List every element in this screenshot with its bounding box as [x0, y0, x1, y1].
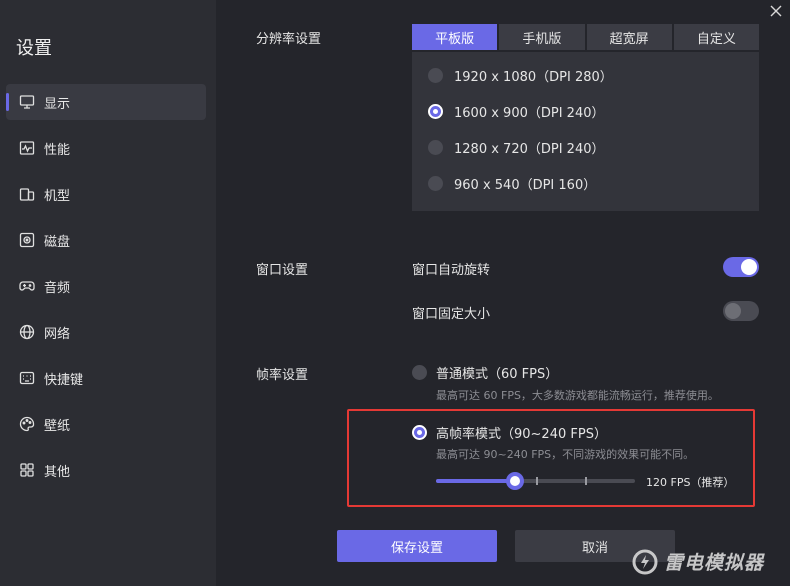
sidebar-nav: 显示 性能 机型 磁盘 音频 网络 快捷键 壁纸 其他 — [6, 84, 206, 498]
slider-tick — [536, 477, 538, 485]
sidebar-item-label: 快捷键 — [44, 372, 84, 388]
sidebar-item-device[interactable]: 机型 — [6, 176, 206, 212]
resolution-option-1280[interactable]: 1280 x 720（DPI 240） — [428, 138, 604, 157]
palette-icon — [18, 415, 36, 433]
sidebar-item-label: 壁纸 — [44, 418, 71, 434]
sidebar-item-label: 音频 — [44, 280, 71, 296]
slider-fill — [436, 479, 515, 483]
keyboard-icon — [18, 369, 36, 387]
resolution-label: 分辨率设置 — [256, 32, 322, 47]
radio-checked[interactable] — [428, 104, 443, 119]
resolution-option-label: 960 x 540（DPI 160） — [454, 178, 597, 193]
slider-thumb[interactable] — [506, 472, 524, 490]
sidebar-item-label: 网络 — [44, 326, 71, 342]
sidebar-item-wallpaper[interactable]: 壁纸 — [6, 406, 206, 442]
framerate-label: 帧率设置 — [256, 368, 309, 383]
resolution-options: 1920 x 1080（DPI 280） 1600 x 900（DPI 240）… — [412, 52, 759, 211]
tab-custom[interactable]: 自定义 — [673, 24, 759, 50]
ldplayer-logo-icon — [632, 549, 658, 574]
sidebar-item-label: 性能 — [44, 142, 71, 158]
auto-rotate-toggle[interactable] — [723, 257, 759, 277]
auto-rotate-label: 窗口自动旋转 — [412, 263, 491, 278]
high-fps-mode-description: 最高可达 90~240 FPS，不同游戏的效果可能不同。 — [436, 448, 695, 461]
radio-unchecked[interactable] — [428, 140, 443, 155]
sidebar-item-shortcuts[interactable]: 快捷键 — [6, 360, 206, 396]
high-fps-mode-title: 高帧率模式（90~240 FPS） — [436, 427, 607, 442]
tab-tablet[interactable]: 平板版 — [412, 24, 498, 50]
resolution-option-label: 1280 x 720（DPI 240） — [454, 142, 605, 157]
watermark-text: 雷电模拟器 — [664, 553, 765, 574]
resolution-option-label: 1920 x 1080（DPI 280） — [454, 70, 613, 85]
normal-mode-description: 最高可达 60 FPS，大多数游戏都能流畅运行，推荐使用。 — [436, 389, 719, 402]
normal-mode-option[interactable]: 普通模式（60 FPS） — [412, 363, 558, 382]
sidebar-item-audio[interactable]: 音频 — [6, 268, 206, 304]
slider-value-label: 120 FPS（推荐） — [646, 476, 735, 489]
resolution-option-1600[interactable]: 1600 x 900（DPI 240） — [428, 102, 604, 121]
high-fps-mode-option[interactable]: 高帧率模式（90~240 FPS） — [412, 423, 607, 442]
radio-checked[interactable] — [412, 425, 427, 440]
resolution-option-1920[interactable]: 1920 x 1080（DPI 280） — [428, 66, 613, 85]
tab-ultrawide[interactable]: 超宽屏 — [586, 24, 672, 50]
close-icon — [770, 5, 782, 17]
sidebar-item-label: 其他 — [44, 464, 71, 480]
globe-icon — [18, 323, 36, 341]
radio-unchecked[interactable] — [428, 68, 443, 83]
sidebar: 设置 显示 性能 机型 磁盘 音频 网络 快捷键 壁纸 其他 — [0, 0, 216, 586]
fixed-size-toggle[interactable] — [723, 301, 759, 321]
sidebar-item-performance[interactable]: 性能 — [6, 130, 206, 166]
performance-icon — [18, 139, 36, 157]
window-settings-label: 窗口设置 — [256, 263, 309, 278]
sidebar-item-label: 机型 — [44, 188, 71, 204]
close-button[interactable] — [768, 3, 784, 19]
sidebar-item-label: 显示 — [44, 96, 71, 112]
sidebar-title: 设置 — [16, 38, 52, 59]
fps-slider[interactable] — [436, 472, 635, 490]
toggle-knob — [725, 303, 741, 319]
sidebar-item-disk[interactable]: 磁盘 — [6, 222, 206, 258]
sidebar-item-label: 磁盘 — [44, 234, 71, 250]
sidebar-item-network[interactable]: 网络 — [6, 314, 206, 350]
resolution-tabs: 平板版 手机版 超宽屏 自定义 — [412, 24, 759, 50]
sidebar-item-display[interactable]: 显示 — [6, 84, 206, 120]
fixed-size-label: 窗口固定大小 — [412, 307, 491, 322]
disk-icon — [18, 231, 36, 249]
watermark: 雷电模拟器 — [632, 548, 764, 575]
toggle-knob — [741, 259, 757, 275]
radio-unchecked[interactable] — [412, 365, 427, 380]
grid-icon — [18, 461, 36, 479]
monitor-icon — [18, 93, 36, 111]
device-icon — [18, 185, 36, 203]
sidebar-item-other[interactable]: 其他 — [6, 452, 206, 488]
save-button[interactable]: 保存设置 — [337, 530, 497, 562]
radio-unchecked[interactable] — [428, 176, 443, 191]
gamepad-icon — [18, 277, 36, 295]
resolution-option-960[interactable]: 960 x 540（DPI 160） — [428, 174, 596, 193]
resolution-option-label: 1600 x 900（DPI 240） — [454, 106, 605, 121]
tab-phone[interactable]: 手机版 — [499, 24, 585, 50]
normal-mode-title: 普通模式（60 FPS） — [436, 367, 559, 382]
slider-tick — [585, 477, 587, 485]
